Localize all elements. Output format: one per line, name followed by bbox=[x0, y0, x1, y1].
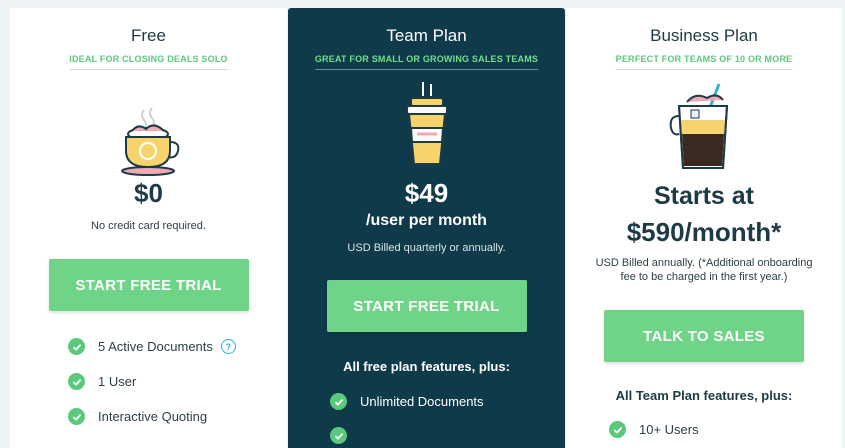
check-icon bbox=[68, 338, 85, 355]
coffee-cup-icon bbox=[114, 104, 184, 184]
plan-note: No credit card required. bbox=[91, 220, 206, 232]
feature-item: 1 User bbox=[68, 373, 136, 390]
plan-name: Team Plan bbox=[386, 26, 467, 45]
check-icon bbox=[609, 421, 626, 438]
plan-tagline: PERFECT FOR TEAMS OF 10 OR MORE bbox=[615, 54, 793, 70]
plan-price: $0 bbox=[134, 178, 163, 208]
feature-item: 5 Active Documents ? bbox=[68, 338, 236, 355]
features-heading: All Team Plan features, plus: bbox=[615, 388, 793, 403]
plan-card-team: Team Plan GREAT FOR SMALL OR GROWING SAL… bbox=[288, 8, 565, 448]
start-free-trial-button[interactable]: START FREE TRIAL bbox=[48, 259, 249, 311]
help-icon[interactable]: ? bbox=[220, 339, 236, 354]
plan-price: $590/month* bbox=[626, 217, 782, 247]
feature-item bbox=[330, 427, 360, 444]
feature-item: Interactive Quoting bbox=[68, 408, 207, 425]
plan-name: Free bbox=[131, 26, 166, 45]
plan-note: USD Billed quarterly or annually. bbox=[347, 242, 506, 254]
feature-label: 10+ Users bbox=[639, 422, 699, 437]
check-icon bbox=[330, 393, 347, 410]
talk-to-sales-button[interactable]: TALK TO SALES bbox=[604, 310, 804, 362]
plan-note: USD Billed annually. (*Additional onboar… bbox=[595, 257, 813, 269]
plan-price: $49 bbox=[404, 178, 449, 208]
plan-name: Business Plan bbox=[650, 26, 758, 45]
plan-price-prefix: Starts at bbox=[653, 182, 755, 210]
feature-label: 5 Active Documents bbox=[98, 339, 213, 354]
feature-label: 1 User bbox=[98, 374, 137, 389]
check-icon bbox=[68, 373, 85, 390]
feature-item: 10+ Users bbox=[609, 421, 699, 438]
plan-card-business: Business Plan PERFECT FOR TEAMS OF 10 OR… bbox=[566, 8, 842, 448]
iced-drink-icon bbox=[669, 80, 739, 177]
feature-item: Unlimited Documents bbox=[330, 393, 484, 410]
takeaway-cup-icon bbox=[399, 80, 455, 177]
start-free-trial-button[interactable]: START FREE TRIAL bbox=[326, 280, 527, 332]
check-icon bbox=[330, 427, 347, 444]
check-icon bbox=[68, 408, 85, 425]
plan-tagline: GREAT FOR SMALL OR GROWING SALES TEAMS bbox=[314, 54, 539, 70]
feature-label: Unlimited Documents bbox=[360, 394, 484, 409]
features-heading: All free plan features, plus: bbox=[343, 359, 510, 374]
plan-card-free: Free IDEAL FOR CLOSING DEALS SOLO $0 No … bbox=[10, 8, 287, 448]
feature-label: Interactive Quoting bbox=[98, 409, 208, 424]
plan-price-unit: /user per month bbox=[366, 212, 487, 229]
plan-tagline: IDEAL FOR CLOSING DEALS SOLO bbox=[69, 54, 228, 70]
plan-note-continued: fee to be charged in the first year.) bbox=[620, 271, 788, 283]
